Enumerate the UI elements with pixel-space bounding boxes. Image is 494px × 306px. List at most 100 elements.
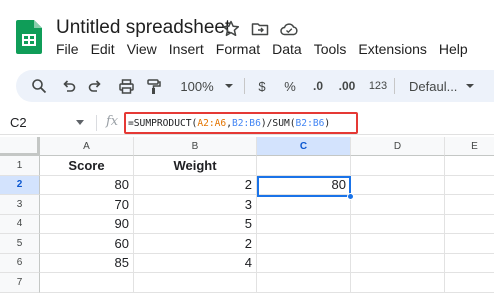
menu-file[interactable]: File [56, 41, 79, 57]
cell-e7[interactable] [445, 273, 494, 293]
cell-d1[interactable] [351, 156, 445, 176]
row-header-1[interactable]: 1 [0, 156, 40, 176]
cell-c1[interactable] [257, 156, 351, 176]
cell-d6[interactable] [351, 253, 445, 273]
cell-e5[interactable] [445, 234, 494, 254]
cell-d3[interactable] [351, 195, 445, 215]
cell-a5[interactable]: 60 [40, 234, 134, 254]
row-header-6[interactable]: 6 [0, 253, 40, 273]
more-formats-button[interactable]: 123 [367, 77, 389, 95]
cell-b4[interactable]: 5 [134, 214, 257, 234]
column-header-c[interactable]: C [257, 137, 351, 156]
formula-range-reference: A2:A6 [197, 117, 227, 129]
column-header-e[interactable]: E [445, 137, 494, 156]
formula-range-reference: B2:B6 [295, 117, 325, 129]
print-icon [118, 78, 134, 94]
select-all-corner[interactable] [0, 137, 40, 156]
cell-d7[interactable] [351, 273, 445, 293]
menu-help[interactable]: Help [439, 41, 468, 57]
increase-decimals-label: .00 [338, 79, 356, 93]
zoom-select[interactable]: 100% [177, 77, 239, 95]
row-header-2[interactable]: 2 [0, 175, 40, 195]
dropdown-arrow-icon [466, 84, 475, 88]
name-box-dropdown-icon[interactable] [76, 120, 84, 125]
cloud-saved-icon[interactable] [279, 19, 299, 39]
menu-edit[interactable]: Edit [91, 41, 115, 57]
star-icon[interactable] [221, 19, 241, 39]
cell-a1[interactable]: Score [40, 156, 134, 176]
cell-b2[interactable]: 2 [134, 175, 257, 195]
cell-a2[interactable]: 80 [40, 175, 134, 195]
cell-b7[interactable] [134, 273, 257, 293]
cell-e4[interactable] [445, 215, 494, 234]
cell-d5[interactable] [351, 234, 445, 254]
formula-input[interactable]: =SUMPRODUCT(A2:A6, B2:B6)/SUM(B2:B6) [124, 112, 358, 134]
formula-bar-separator [96, 115, 97, 131]
menu-format[interactable]: Format [216, 41, 260, 57]
cell-d2[interactable] [351, 175, 445, 195]
move-folder-icon[interactable] [250, 19, 270, 39]
column-header-b[interactable]: B [134, 137, 257, 156]
cell-b6[interactable]: 4 [134, 253, 257, 273]
cell-a3[interactable]: 70 [40, 195, 134, 215]
row-header-7[interactable]: 7 [0, 273, 40, 293]
cell-e3[interactable] [445, 195, 494, 215]
menu-tools[interactable]: Tools [314, 41, 347, 57]
search-menus-button[interactable] [30, 77, 48, 95]
decrease-decimals-button[interactable]: .0 [308, 77, 328, 95]
undo-button[interactable] [60, 77, 78, 95]
font-select[interactable]: Defaul... [409, 77, 489, 95]
menu-extensions[interactable]: Extensions [358, 41, 426, 57]
formula-text: ) [324, 117, 331, 129]
cell-e2[interactable] [445, 176, 494, 195]
cell-e6[interactable] [445, 254, 494, 273]
spreadsheet-grid: A B C D E 1 Score Weight 2 80 2 80 3 70 3 4 90 5 5 60 2 6 85 4 7 [0, 137, 494, 306]
cell-c6[interactable] [257, 253, 351, 273]
cell-a7[interactable] [40, 273, 134, 293]
menu-view[interactable]: View [127, 41, 157, 57]
cell-c5[interactable] [257, 234, 351, 254]
paint-format-icon [147, 78, 161, 94]
cell-b3[interactable]: 3 [134, 195, 257, 215]
row-header-5[interactable]: 5 [0, 234, 40, 254]
row-header-4[interactable]: 4 [0, 214, 40, 234]
dropdown-arrow-icon [224, 84, 233, 88]
font-value: Defaul... [409, 78, 458, 94]
cell-a4[interactable]: 90 [40, 214, 134, 234]
cell-d4[interactable] [351, 214, 445, 234]
decrease-decimals-label: .0 [312, 79, 323, 93]
cell-b5[interactable]: 2 [134, 234, 257, 254]
zoom-value: 100% [180, 78, 214, 94]
undo-icon [63, 80, 76, 92]
formula-text: )/SUM( [260, 117, 296, 129]
toolbar-separator [394, 78, 395, 94]
row-header-3[interactable]: 3 [0, 195, 40, 215]
percent-format-button[interactable]: % [282, 77, 298, 95]
fill-handle[interactable] [347, 193, 354, 200]
currency-format-button[interactable]: $ [255, 77, 269, 95]
cell-e1[interactable] [445, 156, 494, 176]
cell-c3[interactable] [257, 195, 351, 215]
cell-c7[interactable] [257, 273, 351, 293]
sheets-logo-icon[interactable] [16, 20, 42, 54]
name-box[interactable]: C2 [10, 115, 27, 130]
formula-range-reference: B2:B6 [231, 117, 261, 129]
toolbar: 100% $ % .0 .00 123 Defaul... [16, 70, 494, 102]
formula-bar: C2 fx =SUMPRODUCT(A2:A6, B2:B6)/SUM(B2:B6… [0, 111, 494, 135]
menu-data[interactable]: Data [272, 41, 302, 57]
paint-format-button[interactable] [145, 77, 163, 95]
toolbar-separator [244, 78, 245, 94]
column-header-d[interactable]: D [351, 137, 445, 156]
cell-c4[interactable] [257, 214, 351, 234]
menu-insert[interactable]: Insert [169, 41, 204, 57]
increase-decimals-button[interactable]: .00 [334, 77, 360, 95]
formula-text: =SUMPRODUCT( [128, 117, 198, 129]
cell-b1[interactable]: Weight [134, 156, 257, 176]
menu-bar: File Edit View Insert Format Data Tools … [56, 41, 468, 57]
print-button[interactable] [116, 77, 136, 95]
cell-a6[interactable]: 85 [40, 253, 134, 273]
document-title[interactable]: Untitled spreadsheet [56, 17, 230, 39]
cell-c2[interactable]: 80 [257, 175, 351, 195]
redo-button[interactable] [86, 77, 104, 95]
column-header-a[interactable]: A [40, 137, 134, 156]
